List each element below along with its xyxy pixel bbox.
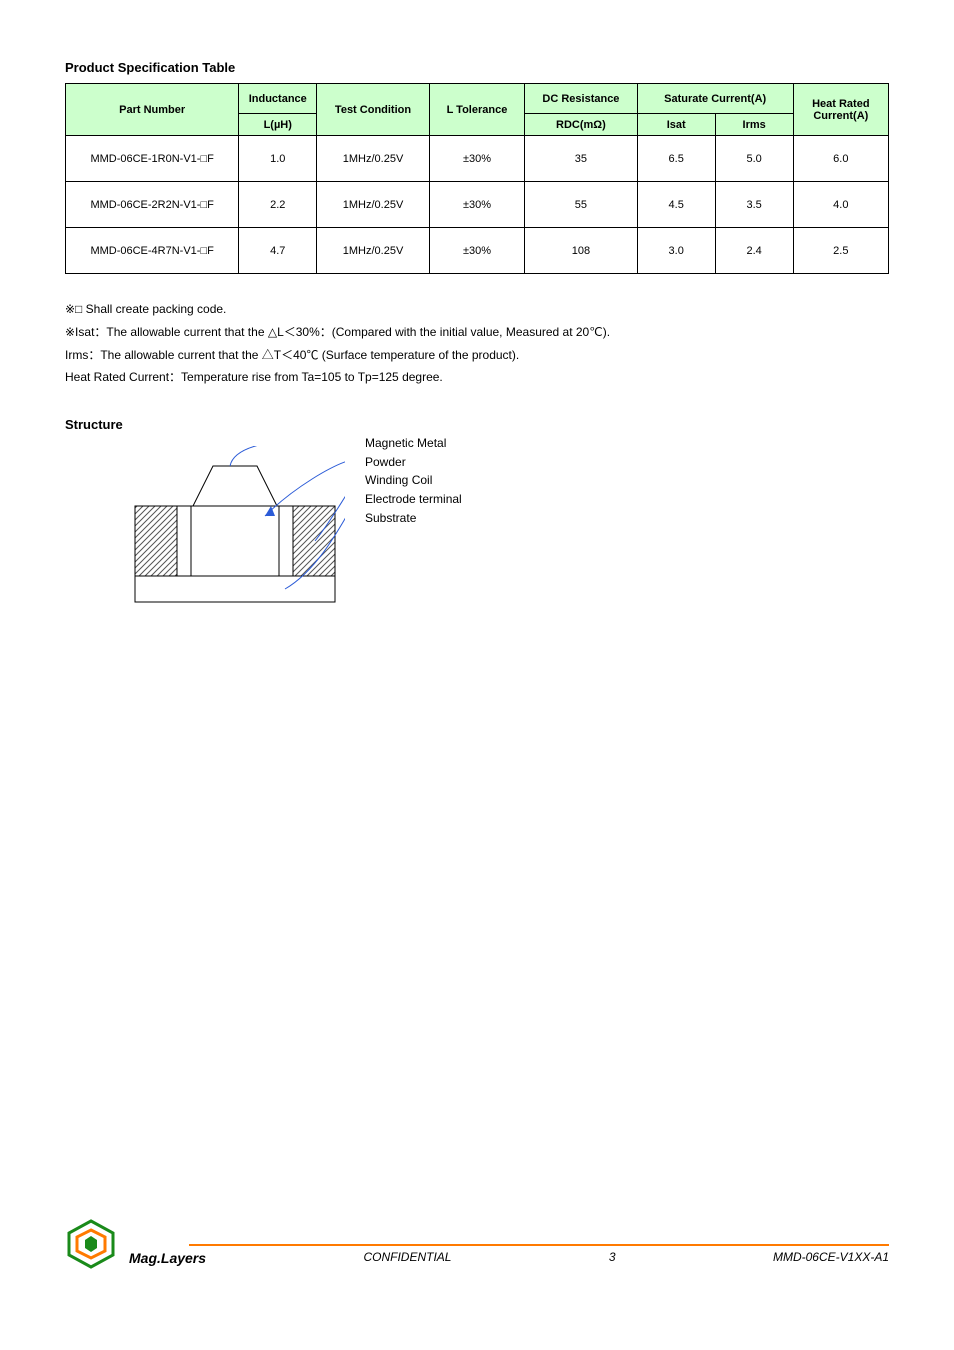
cell-heat: 4.0 — [793, 182, 888, 228]
note-line: ※□ Shall create packing code. — [65, 298, 889, 321]
cell-part: MMD-06CE-2R2N-V1-□F — [66, 182, 239, 228]
note-line: ※Isat：The allowable current that the △L＜… — [65, 321, 889, 344]
footer-confidential: CONFIDENTIAL — [363, 1250, 451, 1266]
th-satcur: Saturate Current(A) — [637, 84, 793, 114]
cell-cond: 1MHz/0.25V — [317, 228, 430, 274]
cell-tol: ±30% — [429, 228, 524, 274]
note-line: Heat Rated Current：Temperature rise from… — [65, 366, 889, 389]
label-a: Magnetic Metal Powder — [365, 434, 465, 471]
cell-rdc: 35 — [525, 136, 638, 182]
footer-company: Mag.Layers — [129, 1250, 206, 1266]
th-part: Part Number — [66, 84, 239, 136]
th-cond: Test Condition — [317, 84, 430, 136]
cell-tol: ±30% — [429, 136, 524, 182]
cell-part: MMD-06CE-4R7N-V1-□F — [66, 228, 239, 274]
table-row: MMD-06CE-4R7N-V1-□F 4.7 1MHz/0.25V ±30% … — [66, 228, 889, 274]
footer-rev: MMD-06CE-V1XX-A1 — [773, 1250, 889, 1266]
cell-irms: 3.5 — [715, 182, 793, 228]
cell-part: MMD-06CE-1R0N-V1-□F — [66, 136, 239, 182]
note-seg: Irms：The allowable current that the — [65, 348, 258, 362]
cell-cond: 1MHz/0.25V — [317, 182, 430, 228]
note-seg: △L＜30%：(Compared with the initial value,… — [268, 325, 610, 339]
cell-isat: 6.5 — [637, 136, 715, 182]
th-isat: Isat — [637, 114, 715, 136]
structure-title: Structure — [65, 417, 889, 432]
cell-l: 2.2 — [239, 182, 317, 228]
cell-rdc: 108 — [525, 228, 638, 274]
label-d: Substrate — [365, 509, 465, 528]
note-seg: ※Isat：The allowable current that the — [65, 325, 265, 339]
cell-isat: 4.5 — [637, 182, 715, 228]
notes-block: ※□ Shall create packing code. ※Isat：The … — [65, 298, 889, 389]
th-dcres: DC Resistance — [525, 84, 638, 114]
page-footer: Mag.Layers CONFIDENTIAL 3 MMD-06CE-V1XX-… — [65, 1218, 889, 1270]
spec-table: Part Number Inductance Test Condition L … — [65, 83, 889, 274]
cell-tol: ±30% — [429, 182, 524, 228]
structure-figure: Magnetic Metal Powder Winding Coil Elect… — [125, 446, 465, 616]
cell-irms: 5.0 — [715, 136, 793, 182]
footer-page: 3 — [609, 1250, 616, 1266]
cell-isat: 3.0 — [637, 228, 715, 274]
structure-labels: Magnetic Metal Powder Winding Coil Elect… — [365, 434, 465, 527]
label-b: Winding Coil — [365, 471, 465, 490]
maglayers-logo-icon — [65, 1218, 117, 1270]
structure-diagram-icon — [125, 446, 345, 616]
note-line: Irms：The allowable current that the △T＜4… — [65, 344, 889, 367]
cell-heat: 2.5 — [793, 228, 888, 274]
th-irms: Irms — [715, 114, 793, 136]
label-c: Electrode terminal — [365, 490, 465, 509]
table-row: MMD-06CE-2R2N-V1-□F 2.2 1MHz/0.25V ±30% … — [66, 182, 889, 228]
cell-rdc: 55 — [525, 182, 638, 228]
cell-l: 1.0 — [239, 136, 317, 182]
th-inductance: Inductance — [239, 84, 317, 114]
th-rdc: RDC(mΩ) — [525, 114, 638, 136]
th-heat: Heat Rated Current(A) — [793, 84, 888, 136]
cell-irms: 2.4 — [715, 228, 793, 274]
th-tol: L Tolerance — [429, 84, 524, 136]
cell-cond: 1MHz/0.25V — [317, 136, 430, 182]
note-seg: △T＜40℃ (Surface temperature of the produ… — [262, 348, 519, 362]
th-luh: L(µH) — [239, 114, 317, 136]
table-row: MMD-06CE-1R0N-V1-□F 1.0 1MHz/0.25V ±30% … — [66, 136, 889, 182]
cell-heat: 6.0 — [793, 136, 888, 182]
section-title: Product Specification Table — [65, 60, 889, 75]
cell-l: 4.7 — [239, 228, 317, 274]
